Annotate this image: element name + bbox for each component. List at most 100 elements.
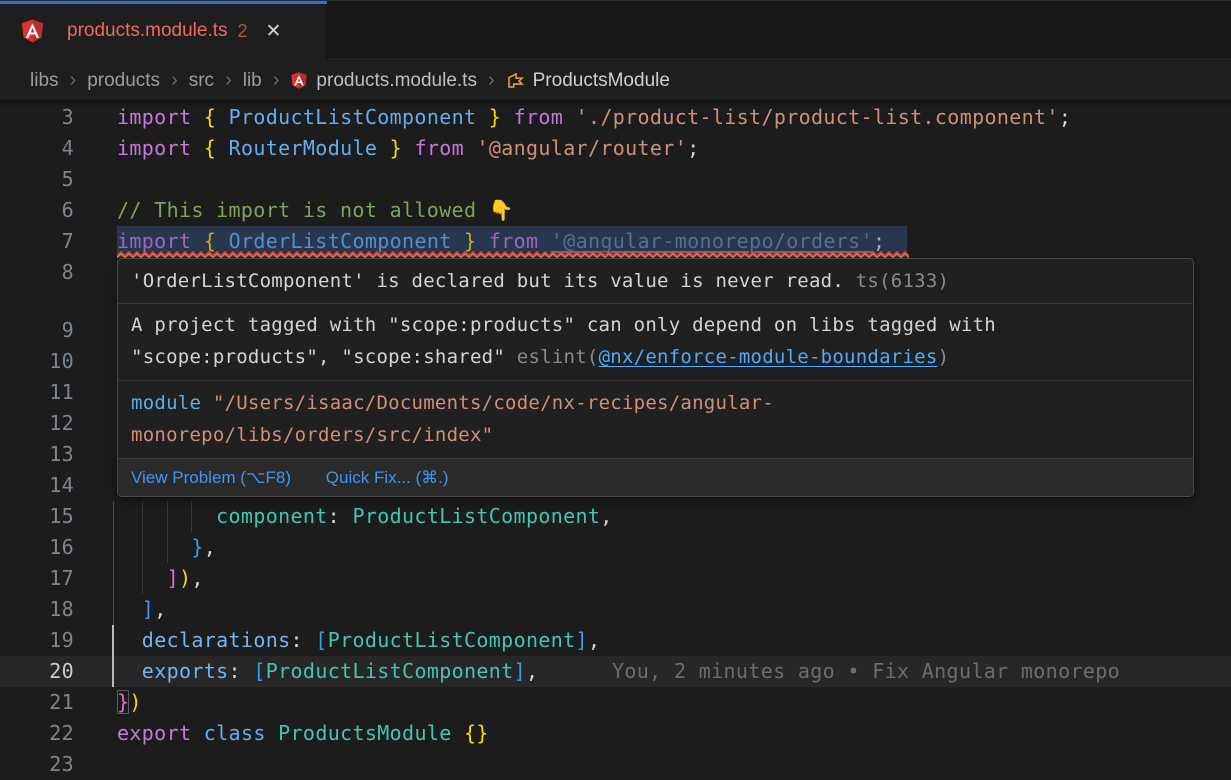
code-line-17[interactable]: ]), [117,563,204,594]
module-specifier-link[interactable]: '@angular-monorepo/orders' [551,229,873,253]
tab-title: products.module.ts [67,20,228,42]
editor-tab-bar: products.module.ts 2 ✕ [0,0,1231,60]
code-token: {} [464,721,489,745]
line-number: 13 [0,439,74,470]
code-token: ] [167,566,179,590]
breadcrumb-symbol-label: ProductsModule [533,70,670,92]
code-token: ProductListComponent [216,105,489,129]
code-line-19[interactable]: declarations: [ProductListComponent], [117,625,600,656]
line-number: 9 [0,315,74,346]
angular-icon [290,71,308,90]
code-token: component [216,504,328,528]
hover-eslint-diagnostic: A project tagged with "scope:products" c… [118,304,1193,381]
chevron-right-icon: › [171,69,178,92]
code-token: ] [576,628,588,652]
code-token: , [191,566,203,590]
tab-products-module[interactable]: products.module.ts 2 ✕ [0,1,327,61]
eslint-message-line1: A project tagged with "scope:products" c… [131,310,1180,342]
line-number: 18 [0,594,74,625]
code-token [191,229,203,253]
code-token [538,229,550,253]
code-token [117,504,216,528]
hover-ts-diagnostic: 'OrderListComponent' is declared but its… [118,259,1193,304]
breadcrumb-item-lib[interactable]: lib [243,70,262,92]
eslint-message-line2: "scope:products", "scope:shared" eslint(… [131,342,1180,374]
code-token [563,105,575,129]
code-token: RouterModule [216,136,389,160]
hover-actions: View Problem (⌥F8) Quick Fix... (⌘.) [118,459,1193,497]
code-token: : [328,504,353,528]
code-line-16[interactable]: }, [117,532,216,563]
code-token [402,136,414,160]
eslint-rule-link[interactable]: @nx/enforce-module-boundaries [599,346,938,368]
code-token: [ [253,659,265,683]
line-number: 6 [0,195,74,226]
scroll-shadow [0,100,1231,107]
code-token [117,597,142,621]
code-token: ] [514,659,526,683]
chevron-right-icon: › [70,69,77,92]
code-token: '@angular/router' [476,136,687,160]
code-token: ; [1059,105,1071,129]
code-token: ) [129,690,141,714]
quick-fix-action[interactable]: Quick Fix... (⌘.) [326,468,449,487]
code-token [191,105,203,129]
close-icon[interactable]: ✕ [266,22,282,41]
line-number: 7 [0,226,74,257]
code-line-20[interactable]: exports: [ProductListComponent],You, 2 m… [117,656,538,687]
code-token [117,659,142,683]
code-line-15[interactable]: component: ProductListComponent, [117,501,613,532]
code-token: ; [873,229,885,253]
code-token: from [489,229,539,253]
code-token: exports [142,659,229,683]
code-line-22[interactable]: export class ProductsModule {} [117,718,489,749]
code-token [464,136,476,160]
line-number: 4 [0,133,74,164]
chevron-right-icon: › [225,69,232,92]
code-token: ProductListComponent [328,628,576,652]
module-path-line1: module "/Users/isaac/Documents/code/nx-r… [131,388,1180,420]
code-token: export [117,721,191,745]
ts-message: 'OrderListComponent' is declared but its… [131,270,844,292]
code-token: } [464,229,476,253]
breadcrumb-item-file[interactable]: products.module.ts [290,70,477,92]
code-token: ProductListComponent [352,504,600,528]
code-token: : [291,628,316,652]
module-path-line2: monorepo/libs/orders/src/index" [131,420,1180,452]
active-tab-indicator [0,1,327,4]
code-token: // This import is not allowed [117,198,489,222]
breadcrumb-item-libs[interactable]: libs [30,70,59,92]
code-line-21[interactable]: }) [117,687,142,718]
line-number: 19 [0,625,74,656]
code-token [191,136,203,160]
code-token [117,535,191,559]
code-token: OrderListComponent [216,229,464,253]
line-number: 14 [0,470,74,501]
line-number: 21 [0,687,74,718]
view-problem-action[interactable]: View Problem (⌥F8) [131,468,291,487]
code-token: , [600,504,612,528]
breadcrumb-item-products[interactable]: products [87,70,160,92]
code-token: , [204,535,216,559]
code-token [452,721,464,745]
code-token [266,721,278,745]
code-token: ProductListComponent [266,659,514,683]
code-line-4[interactable]: import { RouterModule } from '@angular/r… [117,133,700,164]
code-token: , [154,597,166,621]
chevron-right-icon: › [273,69,280,92]
code-line-18[interactable]: ], [117,594,167,625]
code-line-6[interactable]: // This import is not allowed 👇 [117,195,514,226]
line-number: 20 [0,656,74,687]
breadcrumb-item-symbol[interactable]: ProductsModule [506,70,670,92]
line-number: 22 [0,718,74,749]
breadcrumb-file-label: products.module.ts [316,70,477,92]
code-token: declarations [142,628,291,652]
code-token: import [117,229,191,253]
tab-problem-count: 2 [238,21,248,42]
breadcrumb-item-src[interactable]: src [189,70,214,92]
line-number: 5 [0,164,74,195]
git-blame-annotation: You, 2 minutes ago • Fix Angular monorep… [612,656,1120,687]
line-number: 16 [0,532,74,563]
line-number: 8 [0,257,74,288]
code-token: import [117,136,191,160]
